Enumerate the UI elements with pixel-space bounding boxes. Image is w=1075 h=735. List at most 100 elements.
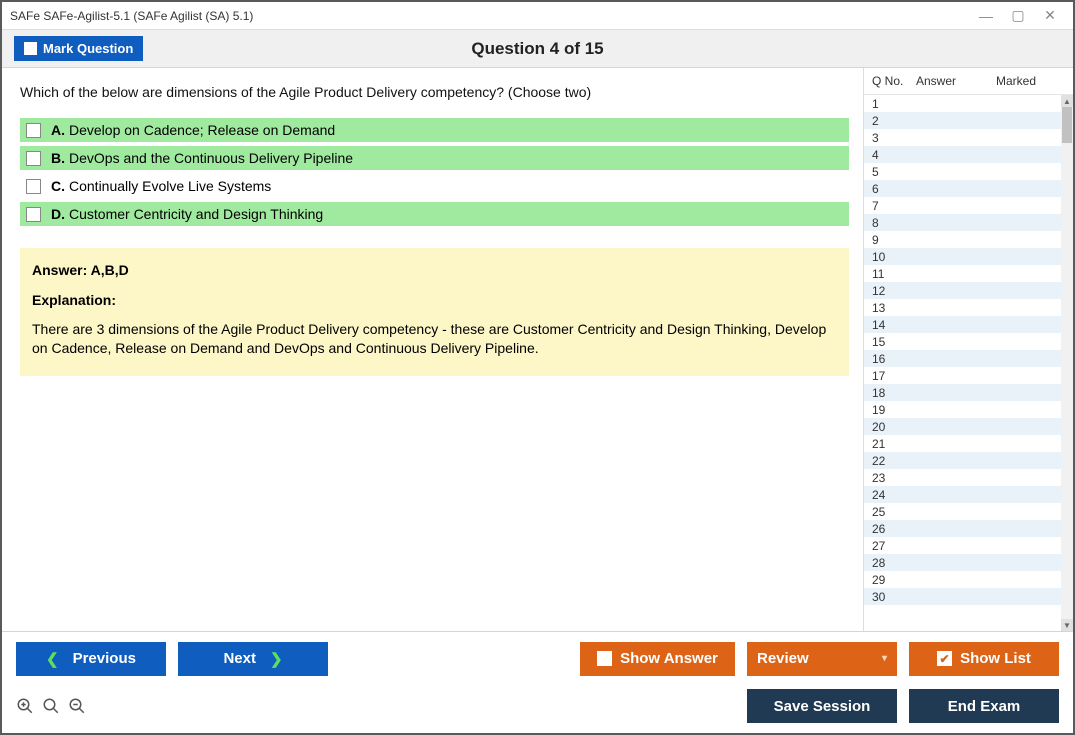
checkbox-icon — [597, 651, 612, 666]
option-text: Continually Evolve Live Systems — [69, 178, 271, 194]
option-letter: D. — [51, 206, 65, 222]
list-item[interactable]: 8 — [864, 214, 1061, 231]
zoom-out-icon[interactable] — [68, 697, 86, 715]
option-row[interactable]: C. Continually Evolve Live Systems — [20, 174, 849, 198]
list-header: Q No. Answer Marked — [864, 68, 1073, 95]
checkbox-icon[interactable] — [26, 151, 41, 166]
next-button[interactable]: Next ❯ — [178, 642, 328, 676]
maximize-icon[interactable]: ▢ — [1011, 9, 1025, 23]
answer-box: Answer: A,B,D Explanation: There are 3 d… — [20, 248, 849, 376]
list-item[interactable]: 14 — [864, 316, 1061, 333]
previous-button[interactable]: ❮ Previous — [16, 642, 166, 676]
list-item[interactable]: 24 — [864, 486, 1061, 503]
list-item[interactable]: 3 — [864, 129, 1061, 146]
content-area: Which of the below are dimensions of the… — [2, 68, 1073, 631]
checkbox-icon — [24, 42, 37, 55]
list-item[interactable]: 22 — [864, 452, 1061, 469]
next-label: Next — [223, 650, 256, 667]
save-session-button[interactable]: Save Session — [747, 689, 897, 723]
chevron-down-icon: ▾ — [882, 653, 887, 664]
list-item[interactable]: 28 — [864, 554, 1061, 571]
show-list-label: Show List — [960, 650, 1031, 667]
explanation-body: There are 3 dimensions of the Agile Prod… — [32, 320, 837, 358]
checkbox-checked-icon: ✔ — [937, 651, 952, 666]
list-item[interactable]: 23 — [864, 469, 1061, 486]
question-counter: Question 4 of 15 — [471, 39, 603, 59]
window-controls: — ▢ ✕ — [979, 9, 1065, 23]
list-rows: 1234567891011121314151617181920212223242… — [864, 95, 1061, 631]
footer: ❮ Previous Next ❯ Show Answer Review ▾ ✔… — [2, 631, 1073, 733]
explanation-heading: Explanation: — [32, 292, 837, 308]
show-list-button[interactable]: ✔ Show List — [909, 642, 1059, 676]
mark-question-button[interactable]: Mark Question — [14, 36, 143, 61]
option-row[interactable]: D. Customer Centricity and Design Thinki… — [20, 202, 849, 226]
option-letter: A. — [51, 122, 65, 138]
option-text: Customer Centricity and Design Thinking — [69, 206, 323, 222]
chevron-left-icon: ❮ — [46, 650, 59, 668]
list-item[interactable]: 4 — [864, 146, 1061, 163]
list-item[interactable]: 11 — [864, 265, 1061, 282]
scroll-down-icon[interactable]: ▼ — [1061, 619, 1073, 631]
list-item[interactable]: 15 — [864, 333, 1061, 350]
list-item[interactable]: 12 — [864, 282, 1061, 299]
question-pane: Which of the below are dimensions of the… — [2, 68, 863, 631]
option-text: DevOps and the Continuous Delivery Pipel… — [69, 150, 353, 166]
toolbar: Mark Question Question 4 of 15 — [2, 30, 1073, 68]
checkbox-icon[interactable] — [26, 207, 41, 222]
option-text: Develop on Cadence; Release on Demand — [69, 122, 335, 138]
scroll-up-icon[interactable]: ▲ — [1061, 95, 1073, 107]
list-item[interactable]: 10 — [864, 248, 1061, 265]
checkbox-icon[interactable] — [26, 179, 41, 194]
zoom-controls — [16, 697, 86, 715]
end-exam-button[interactable]: End Exam — [909, 689, 1059, 723]
list-item[interactable]: 13 — [864, 299, 1061, 316]
list-item[interactable]: 16 — [864, 350, 1061, 367]
show-answer-label: Show Answer — [620, 650, 718, 667]
window-title: SAFe SAFe-Agilist-5.1 (SAFe Agilist (SA)… — [10, 9, 979, 23]
scrollbar[interactable]: ▲ ▼ — [1061, 95, 1073, 631]
question-text: Which of the below are dimensions of the… — [20, 84, 849, 100]
option-letter: B. — [51, 150, 65, 166]
col-answer: Answer — [916, 74, 996, 88]
mark-question-label: Mark Question — [43, 41, 133, 56]
list-item[interactable]: 9 — [864, 231, 1061, 248]
show-answer-button[interactable]: Show Answer — [580, 642, 735, 676]
options-list: A. Develop on Cadence; Release on Demand… — [20, 118, 849, 226]
list-item[interactable]: 21 — [864, 435, 1061, 452]
scroll-thumb[interactable] — [1062, 107, 1072, 143]
list-item[interactable]: 19 — [864, 401, 1061, 418]
list-item[interactable]: 20 — [864, 418, 1061, 435]
list-item[interactable]: 7 — [864, 197, 1061, 214]
option-row[interactable]: B. DevOps and the Continuous Delivery Pi… — [20, 146, 849, 170]
answer-line: Answer: A,B,D — [32, 262, 837, 278]
app-window: SAFe SAFe-Agilist-5.1 (SAFe Agilist (SA)… — [0, 0, 1075, 735]
save-session-label: Save Session — [774, 698, 871, 715]
footer-row-secondary: Save Session End Exam — [16, 689, 1059, 723]
list-item[interactable]: 27 — [864, 537, 1061, 554]
option-row[interactable]: A. Develop on Cadence; Release on Demand — [20, 118, 849, 142]
list-item[interactable]: 17 — [864, 367, 1061, 384]
list-item[interactable]: 6 — [864, 180, 1061, 197]
end-exam-label: End Exam — [948, 698, 1021, 715]
zoom-reset-icon[interactable] — [42, 697, 60, 715]
close-icon[interactable]: ✕ — [1043, 9, 1057, 23]
list-item[interactable]: 5 — [864, 163, 1061, 180]
list-item[interactable]: 25 — [864, 503, 1061, 520]
list-item[interactable]: 1 — [864, 95, 1061, 112]
chevron-right-icon: ❯ — [270, 650, 283, 668]
previous-label: Previous — [73, 650, 136, 667]
list-item[interactable]: 29 — [864, 571, 1061, 588]
minimize-icon[interactable]: — — [979, 9, 993, 23]
review-dropdown[interactable]: Review ▾ — [747, 642, 897, 676]
titlebar: SAFe SAFe-Agilist-5.1 (SAFe Agilist (SA)… — [2, 2, 1073, 30]
list-item[interactable]: 30 — [864, 588, 1061, 605]
review-label: Review — [757, 650, 809, 667]
question-list-pane: Q No. Answer Marked 12345678910111213141… — [863, 68, 1073, 631]
list-item[interactable]: 2 — [864, 112, 1061, 129]
zoom-in-icon[interactable] — [16, 697, 34, 715]
list-item[interactable]: 26 — [864, 520, 1061, 537]
list-item[interactable]: 18 — [864, 384, 1061, 401]
list-body: 1234567891011121314151617181920212223242… — [864, 95, 1073, 631]
checkbox-icon[interactable] — [26, 123, 41, 138]
col-qno: Q No. — [872, 74, 916, 88]
